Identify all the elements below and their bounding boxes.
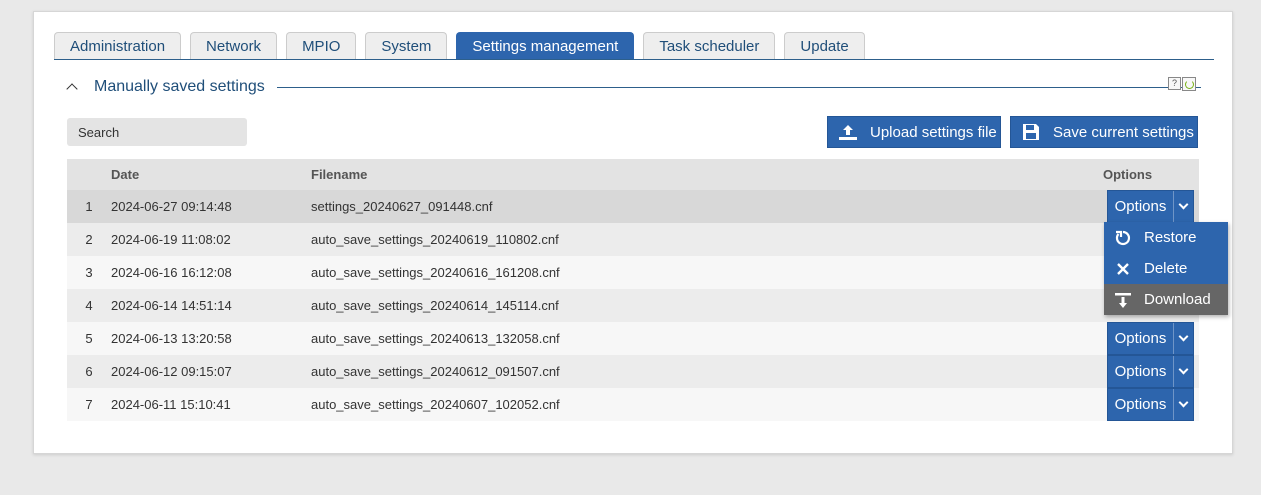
table-row[interactable]: 5 2024-06-13 13:20:58 auto_save_settings…	[67, 322, 1199, 355]
chevron-down-icon[interactable]	[1174, 323, 1193, 354]
row-filename: auto_save_settings_20240607_102052.cnf	[311, 397, 560, 412]
header-date[interactable]: Date	[111, 167, 311, 182]
upload-icon	[839, 125, 857, 140]
options-button[interactable]: Options	[1107, 190, 1194, 223]
row-number: 3	[85, 265, 93, 280]
row-options-cell: Options	[1103, 322, 1199, 355]
settings-table: Date Filename Options 1 2024-06-27 09:14…	[67, 159, 1199, 421]
row-date: 2024-06-16 16:12:08	[111, 265, 232, 280]
tab-administration[interactable]: Administration	[54, 32, 182, 60]
table-row[interactable]: 1 2024-06-27 09:14:48 settings_20240627_…	[67, 190, 1199, 223]
restore-icon	[1104, 229, 1142, 247]
tab-system[interactable]: System	[365, 32, 448, 60]
table-row[interactable]: 6 2024-06-12 09:15:07 auto_save_settings…	[67, 355, 1199, 388]
upload-settings-button[interactable]: Upload settings file	[827, 116, 1001, 148]
row-options-cell: Options	[1103, 355, 1199, 388]
table-row[interactable]: 7 2024-06-11 15:10:41 auto_save_settings…	[67, 388, 1199, 421]
options-label: Options	[1108, 356, 1174, 387]
section-divider	[276, 86, 1201, 88]
row-date: 2024-06-27 09:14:48	[111, 199, 232, 214]
section-header: Manually saved settings	[66, 76, 1201, 98]
options-button[interactable]: Options	[1107, 355, 1194, 388]
row-options-cell: Options	[1103, 388, 1199, 421]
options-button[interactable]: Options	[1107, 388, 1194, 421]
row-date: 2024-06-19 11:08:02	[111, 232, 231, 247]
tab-divider	[54, 59, 1214, 60]
settings-panel: Administration Network MPIO System Setti…	[33, 11, 1233, 454]
options-dropdown-menu: Restore Delete Download	[1104, 222, 1228, 315]
search-input[interactable]	[67, 118, 247, 146]
row-date: 2024-06-12 09:15:07	[111, 364, 232, 379]
row-filename: auto_save_settings_20240619_110802.cnf	[311, 232, 559, 247]
options-label: Options	[1108, 389, 1174, 420]
table-row[interactable]: 2 2024-06-19 11:08:02 auto_save_settings…	[67, 223, 1199, 256]
section-title: Manually saved settings	[94, 78, 265, 95]
menu-item-restore[interactable]: Restore	[1104, 222, 1228, 253]
floppy-disk-icon	[1023, 124, 1039, 140]
chevron-down-icon[interactable]	[1174, 191, 1193, 222]
row-filename: auto_save_settings_20240612_091507.cnf	[311, 364, 560, 379]
row-number: 7	[85, 397, 93, 412]
refresh-icon[interactable]	[1182, 77, 1196, 91]
upload-settings-label: Upload settings file	[870, 123, 997, 141]
row-date: 2024-06-13 13:20:58	[111, 331, 232, 346]
save-settings-button[interactable]: Save current settings	[1010, 116, 1198, 148]
row-options-cell: Options	[1103, 190, 1199, 223]
menu-item-label: Delete	[1144, 260, 1188, 277]
tab-mpio[interactable]: MPIO	[286, 32, 357, 60]
menu-item-label: Download	[1144, 291, 1211, 308]
row-number: 5	[85, 331, 93, 346]
chevron-down-icon[interactable]	[1174, 389, 1193, 420]
tab-settings-management[interactable]: Settings management	[456, 32, 635, 60]
row-filename: auto_save_settings_20240613_132058.cnf	[311, 331, 560, 346]
collapse-chevron-icon[interactable]	[66, 81, 78, 93]
tab-bar: Administration Network MPIO System Setti…	[54, 32, 874, 60]
options-button[interactable]: Options	[1107, 322, 1194, 355]
options-label: Options	[1108, 191, 1174, 222]
download-icon	[1104, 291, 1142, 309]
row-date: 2024-06-14 14:51:14	[111, 298, 232, 313]
help-icon[interactable]: ?	[1168, 77, 1181, 90]
row-date: 2024-06-11 15:10:41	[111, 397, 231, 412]
header-options: Options	[1103, 167, 1153, 182]
save-settings-label: Save current settings	[1053, 123, 1194, 141]
tab-task-scheduler[interactable]: Task scheduler	[643, 32, 776, 60]
table-row[interactable]: 3 2024-06-16 16:12:08 auto_save_settings…	[67, 256, 1199, 289]
table-header: Date Filename Options	[67, 159, 1199, 190]
chevron-down-icon[interactable]	[1174, 356, 1193, 387]
row-number: 1	[85, 199, 93, 214]
row-number: 4	[85, 298, 93, 313]
tab-network[interactable]: Network	[190, 32, 278, 60]
row-filename: auto_save_settings_20240616_161208.cnf	[311, 265, 560, 280]
menu-item-label: Restore	[1144, 229, 1197, 246]
row-number: 2	[85, 232, 93, 247]
section-tools: ?	[1168, 77, 1196, 91]
table-row[interactable]: 4 2024-06-14 14:51:14 auto_save_settings…	[67, 289, 1199, 322]
row-filename: auto_save_settings_20240614_145114.cnf	[311, 298, 559, 313]
header-filename[interactable]: Filename	[311, 167, 1103, 182]
row-filename: settings_20240627_091448.cnf	[311, 199, 493, 214]
menu-item-download[interactable]: Download	[1104, 284, 1228, 315]
close-icon	[1104, 261, 1142, 277]
menu-item-delete[interactable]: Delete	[1104, 253, 1228, 284]
row-number: 6	[85, 364, 93, 379]
options-label: Options	[1108, 323, 1174, 354]
tab-update[interactable]: Update	[784, 32, 865, 60]
